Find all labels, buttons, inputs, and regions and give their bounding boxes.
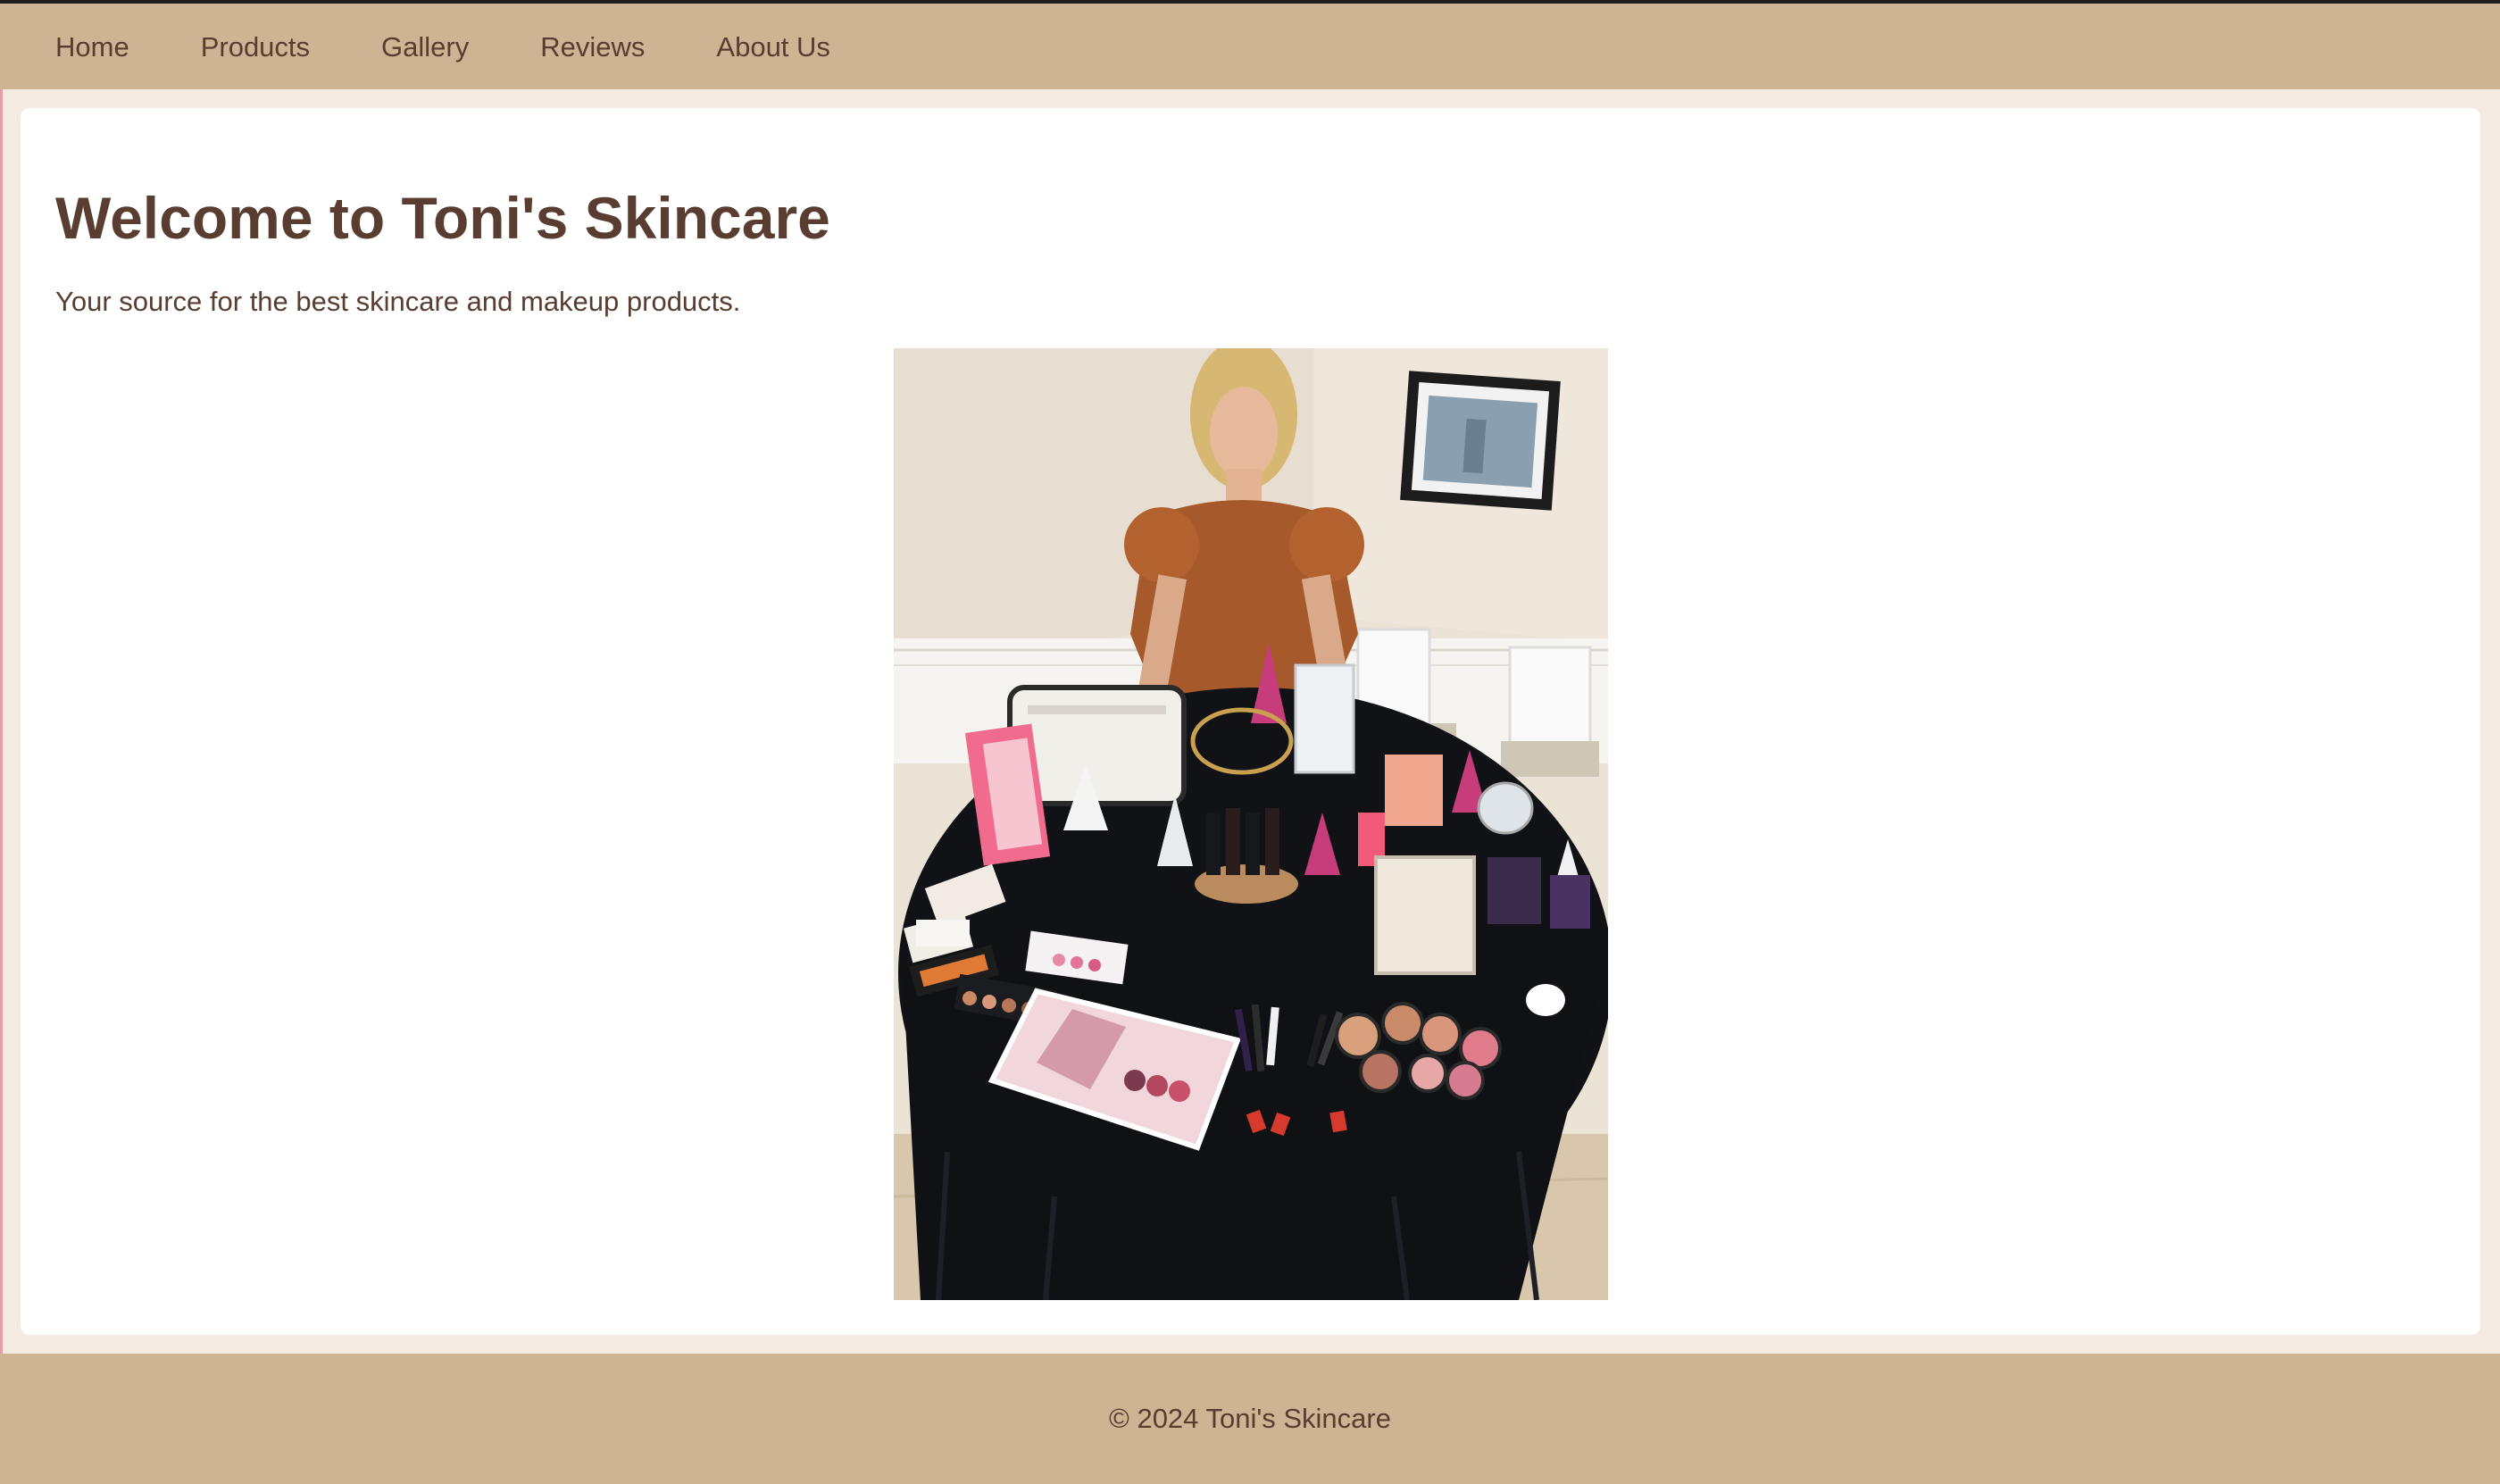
window-left-border	[0, 4, 3, 1354]
nav-about-us-link[interactable]: About Us	[716, 33, 830, 61]
top-navigation: Home Products Gallery Reviews About Us	[0, 4, 2500, 89]
page-footer: © 2024 Toni's Skincare	[0, 1354, 2500, 1484]
page-title: Welcome to Toni's Skincare	[55, 185, 830, 251]
nav-home-link[interactable]: Home	[55, 33, 129, 61]
main-content-card: Welcome to Toni's Skincare Your source f…	[21, 108, 2480, 1335]
page-subtitle: Your source for the best skincare and ma…	[55, 286, 741, 317]
nav-products-link[interactable]: Products	[201, 33, 310, 61]
nav-gallery-link[interactable]: Gallery	[381, 33, 469, 61]
hero-photo	[894, 348, 1608, 1300]
footer-copyright: © 2024 Toni's Skincare	[1109, 1403, 1391, 1434]
nav-reviews-link[interactable]: Reviews	[540, 33, 645, 61]
